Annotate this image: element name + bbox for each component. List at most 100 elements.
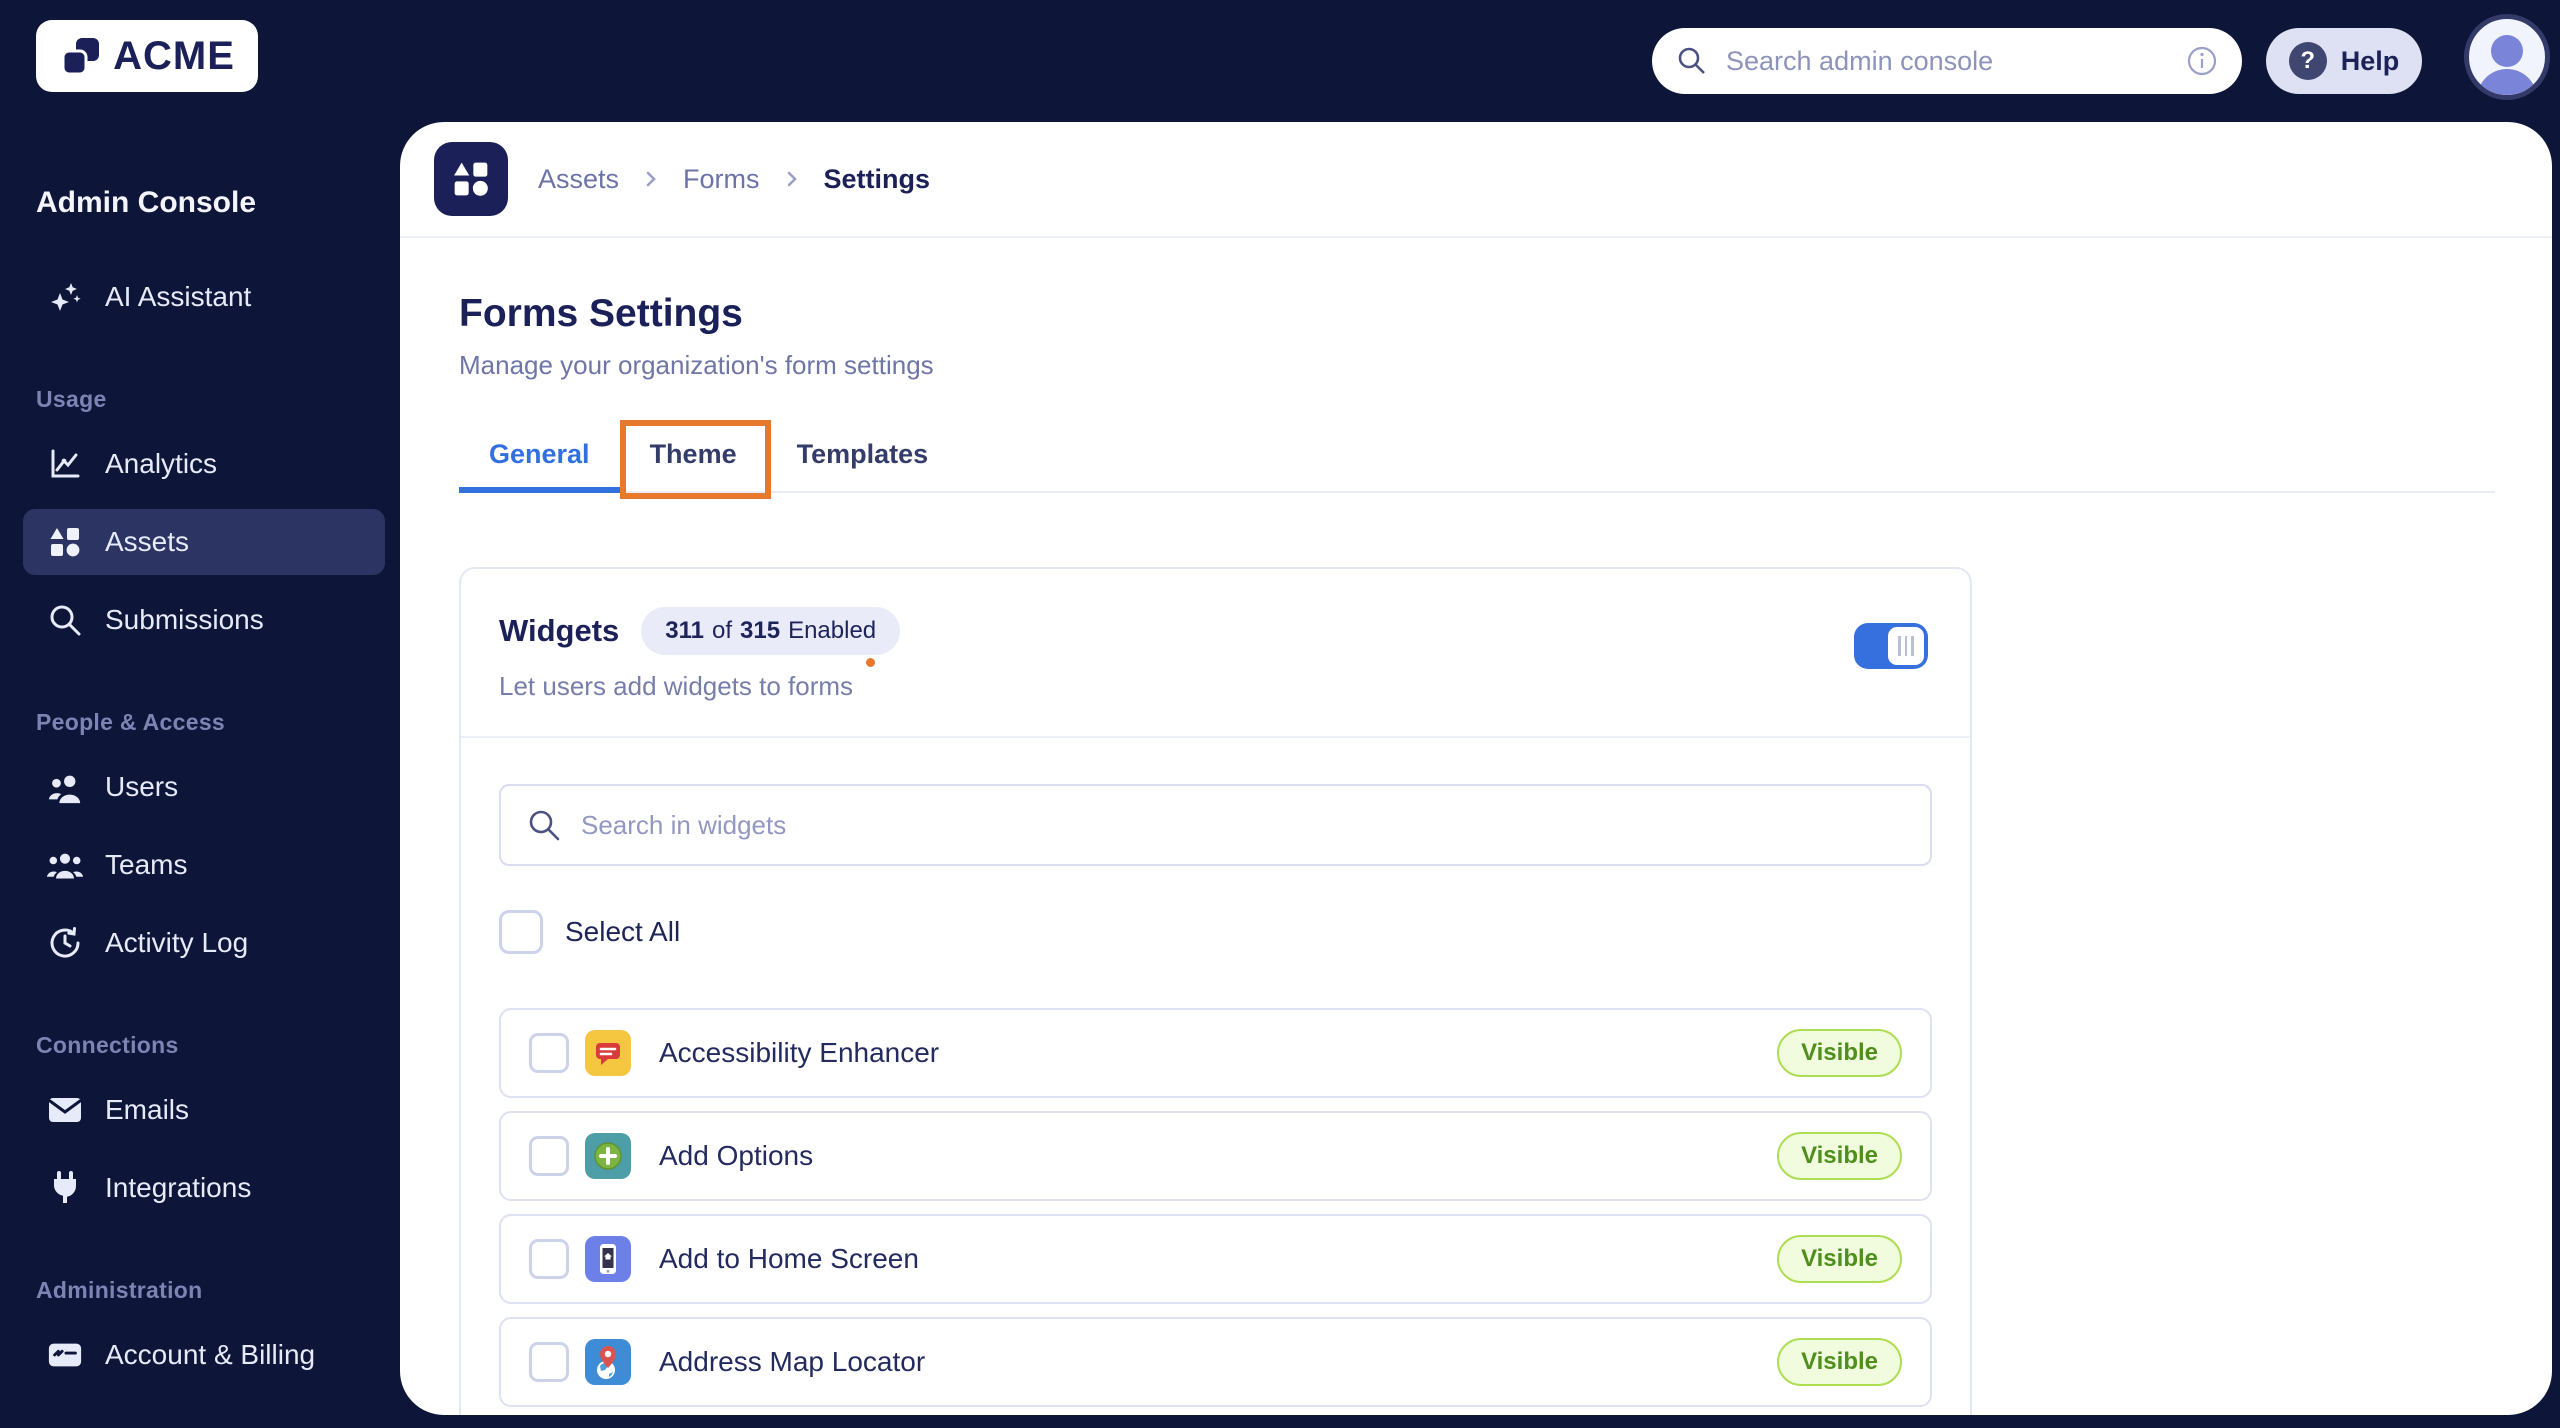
list-item-add-to-home-screen[interactable]: Add to Home Screen Visible <box>499 1214 1932 1304</box>
sidebar-section-connections: Connections <box>36 1032 179 1058</box>
breadcrumb-assets[interactable]: Assets <box>538 164 619 195</box>
question-icon: ? <box>2288 42 2327 80</box>
chevron-right-icon <box>782 169 802 189</box>
user-avatar[interactable] <box>2464 14 2550 100</box>
widgets-card-header: Widgets 311 of 315 Enabled Let users add… <box>461 569 1970 738</box>
widgets-search-bar <box>499 784 1932 866</box>
widgets-subtitle: Let users add widgets to forms <box>499 671 854 701</box>
sidebar-item-emails[interactable]: Emails <box>23 1077 385 1143</box>
users-icon <box>47 770 83 804</box>
shapes-grid-icon <box>454 162 488 196</box>
map-pin-globe-icon <box>585 1339 631 1385</box>
credit-card-icon <box>47 1340 83 1370</box>
breadcrumb-forms[interactable]: Forms <box>683 164 760 195</box>
widgets-card: Widgets 311 of 315 Enabled Let users add… <box>459 567 1972 1415</box>
sidebar-title: Admin Console <box>36 186 257 219</box>
plug-icon <box>47 1170 83 1206</box>
sidebar-section-usage: Usage <box>36 386 107 412</box>
widgets-search-input[interactable] <box>581 809 1904 841</box>
acme-logo[interactable]: ACME <box>36 20 258 92</box>
tab-general[interactable]: General <box>459 421 620 493</box>
sidebar-item-label: Submissions <box>105 604 264 635</box>
sidebar-item-label: Integrations <box>105 1172 252 1203</box>
row-checkbox[interactable] <box>529 1239 569 1279</box>
page-title: Forms Settings <box>459 292 743 335</box>
acme-logo-text: ACME <box>113 33 235 78</box>
sidebar-item-label: Teams <box>105 849 188 880</box>
widget-title: Add Options <box>659 1140 814 1171</box>
envelope-icon <box>47 1095 83 1125</box>
sidebar-item-label: Assets <box>105 526 190 557</box>
row-checkbox[interactable] <box>529 1033 569 1073</box>
info-icon[interactable] <box>2186 45 2218 77</box>
sidebar-item-label: Activity Log <box>105 927 249 958</box>
widgets-card-body: Select All Accessibility Enhancer Vi <box>461 738 1970 1415</box>
status-badge: Visible <box>1777 1338 1902 1386</box>
main-panel: Assets Forms Settings Forms Settings Man… <box>400 122 2552 1415</box>
help-button[interactable]: ? Help <box>2266 28 2422 94</box>
enabled-count-badge: 311 of 315 Enabled <box>641 607 901 655</box>
sidebar-item-label: Account & Billing <box>105 1339 316 1370</box>
search-icon <box>1676 45 1708 77</box>
list-item-add-options[interactable]: Add Options Visible <box>499 1111 1932 1201</box>
select-all-label: Select All <box>565 916 681 947</box>
line-chart-icon <box>47 446 83 482</box>
sparkles-icon <box>47 279 83 315</box>
list-item-accessibility-enhancer[interactable]: Accessibility Enhancer Visible <box>499 1008 1932 1098</box>
widget-title: Add to Home Screen <box>659 1243 919 1274</box>
sidebar-item-assets[interactable]: Assets <box>23 509 385 575</box>
tab-theme[interactable]: Theme <box>620 421 767 493</box>
assets-app-icon[interactable] <box>434 142 508 216</box>
widgets-enabled-toggle[interactable] <box>1854 623 1928 669</box>
widgets-list: Accessibility Enhancer Visible Add Optio… <box>499 1008 1932 1415</box>
sidebar-item-label: Emails <box>105 1094 190 1125</box>
topbar: ACME ? Help <box>0 0 2560 122</box>
sidebar-item-teams[interactable]: Teams <box>23 832 385 898</box>
breadcrumb: Assets Forms Settings <box>400 122 2552 238</box>
admin-search-bar <box>1652 28 2242 94</box>
sidebar-item-account-billing[interactable]: Account & Billing <box>23 1322 385 1388</box>
sidebar: Admin Console AI Assistant Usage Analyti… <box>0 122 400 1428</box>
widgets-title: Widgets <box>499 613 620 648</box>
select-all-checkbox[interactable] <box>499 910 543 954</box>
row-checkbox[interactable] <box>529 1342 569 1382</box>
team-icon <box>47 848 83 882</box>
sidebar-item-activity-log[interactable]: Activity Log <box>23 910 385 976</box>
sidebar-item-submissions[interactable]: Submissions <box>23 587 385 653</box>
user-icon <box>2491 35 2523 67</box>
history-clock-icon <box>47 925 83 961</box>
page-header: Forms Settings Manage your organization'… <box>400 238 2552 381</box>
search-icon <box>47 603 83 637</box>
sidebar-item-label: AI Assistant <box>105 281 252 312</box>
sidebar-section-people-access: People & Access <box>36 709 226 735</box>
widget-title: Address Map Locator <box>659 1346 926 1377</box>
chevron-right-icon <box>641 169 661 189</box>
page-subtitle: Manage your organization's form settings <box>459 350 934 380</box>
row-checkbox[interactable] <box>529 1136 569 1176</box>
help-button-label: Help <box>2340 45 2400 76</box>
sidebar-item-label: Analytics <box>105 448 218 479</box>
sidebar-item-analytics[interactable]: Analytics <box>23 431 385 497</box>
select-all-row: Select All <box>499 910 1932 954</box>
admin-search-input[interactable] <box>1726 45 2186 77</box>
settings-tabs: General Theme Templates <box>459 421 2495 493</box>
status-badge: Visible <box>1777 1029 1902 1077</box>
tab-templates[interactable]: Templates <box>767 421 959 493</box>
toggle-knob[interactable] <box>1888 627 1924 665</box>
status-badge: Visible <box>1777 1132 1902 1180</box>
status-badge: Visible <box>1777 1235 1902 1283</box>
search-icon <box>527 808 561 842</box>
sidebar-section-administration: Administration <box>36 1277 203 1303</box>
sidebar-item-integrations[interactable]: Integrations <box>23 1155 385 1221</box>
acme-logo-icon <box>59 34 103 78</box>
speech-bubble-icon <box>585 1030 631 1076</box>
breadcrumb-settings: Settings <box>823 163 931 194</box>
plus-circle-icon <box>585 1133 631 1179</box>
shapes-grid-icon <box>47 524 83 560</box>
sidebar-item-label: Users <box>105 771 179 802</box>
widget-title: Accessibility Enhancer <box>659 1037 940 1068</box>
sidebar-item-users[interactable]: Users <box>23 754 385 820</box>
phone-home-icon <box>585 1236 631 1282</box>
list-item-address-map-locator[interactable]: Address Map Locator Visible <box>499 1317 1932 1407</box>
sidebar-item-ai-assistant[interactable]: AI Assistant <box>23 264 385 330</box>
